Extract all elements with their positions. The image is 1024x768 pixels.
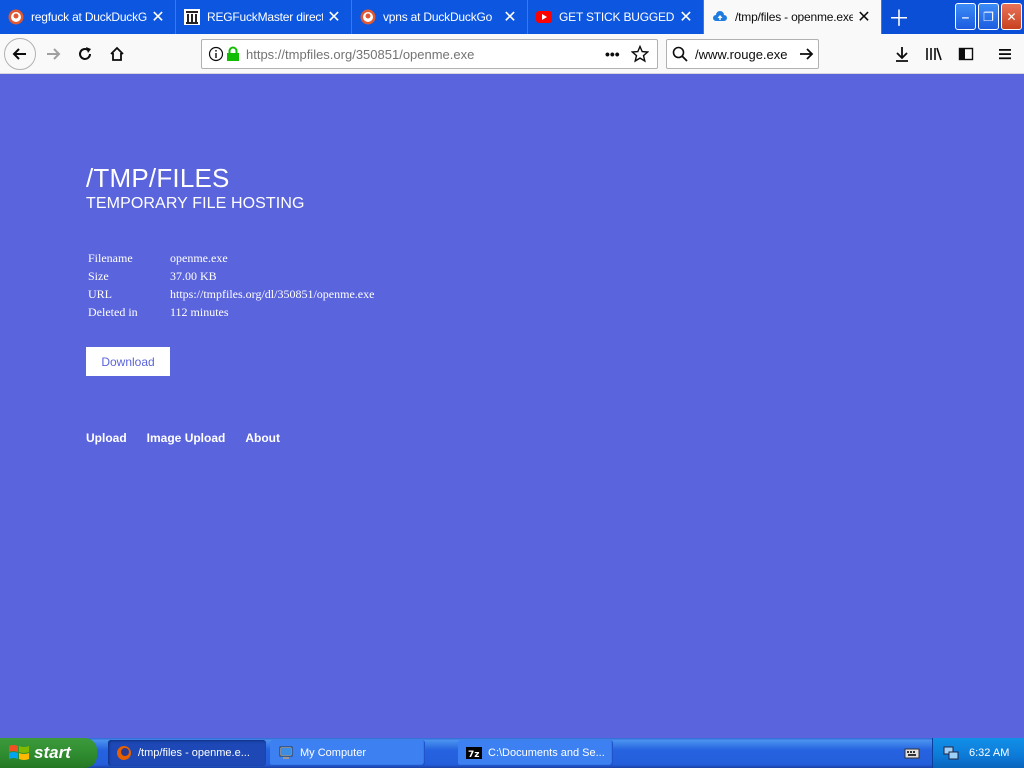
file-info-value: https://tmpfiles.org/dl/350851/openme.ex… [170,286,375,301]
image-upload-link[interactable]: Image Upload [147,431,226,445]
file-info-value: 112 minutes [170,304,229,319]
file-info-row: URL https://tmpfiles.org/dl/350851/openm… [88,285,374,303]
library-books-icon [926,47,942,61]
home-button[interactable] [101,38,133,70]
close-tab-icon[interactable]: ✕ [499,6,521,28]
duckduckgo-icon [360,9,376,25]
taskbar-item-label: C:\Documents and Se... [488,747,605,759]
search-icon [667,46,693,62]
downloads-button[interactable] [886,38,918,70]
upload-link[interactable]: Upload [86,431,127,445]
page-actions-icon[interactable]: ••• [605,46,631,62]
taskbar-item-my-computer[interactable]: My Computer [270,740,425,766]
about-link[interactable]: About [245,431,280,445]
keyboard-icon[interactable] [904,745,920,761]
download-arrow-icon [896,47,908,62]
tab-regfuckmaster-directory[interactable]: REGFuckMaster director ✕ [176,0,352,34]
bookmark-star-icon[interactable] [631,45,657,63]
file-info-label: Size [88,268,109,283]
youtube-icon [536,9,552,25]
tab-vpns-duckduckgo[interactable]: vpns at DuckDuckGo ✕ [352,0,528,34]
page-content: /TMP/FILES TEMPORARY FILE HOSTING Filena… [0,75,1024,738]
taskbar-item-firefox[interactable]: /tmp/files - openme.e... [108,740,266,766]
tab-title: GET STICK BUGGED LO [559,10,675,24]
taskbar-item-label: /tmp/files - openme.e... [138,747,250,759]
file-info-label: URL [88,286,112,301]
file-info-row: Size 37.00 KB [88,267,374,285]
tab-title: /tmp/files - openme.exe [735,10,853,24]
navigation-bar: https://tmpfiles.org/350851/openme.exe •… [0,34,1024,74]
file-info-value: openme.exe [170,250,228,265]
my-computer-icon [279,746,293,759]
url-text[interactable]: https://tmpfiles.org/350851/openme.exe [246,47,605,62]
tab-title: REGFuckMaster director [207,10,323,24]
tab-strip: regfuck at DuckDuckGo ✕ REGFuckMaster di… [0,0,1024,34]
tab-title: regfuck at DuckDuckGo [31,10,147,24]
tab-regfuck-duckduckgo[interactable]: regfuck at DuckDuckGo ✕ [0,0,176,34]
search-bar[interactable]: www.rouge.exe/ [666,39,819,69]
system-tray: 6:32 AM [932,738,1024,768]
close-tab-icon[interactable]: ✕ [853,6,875,28]
windows-flag-icon [9,745,29,760]
svg-text:7z: 7z [468,750,480,760]
site-title[interactable]: /TMP/FILES [86,163,230,194]
close-tab-icon[interactable]: ✕ [147,6,169,28]
cloud-icon [712,9,728,25]
back-arrow-icon [12,48,26,60]
network-icon[interactable] [943,745,959,761]
menu-button[interactable] [989,38,1021,70]
duckduckgo-icon [8,9,24,25]
new-tab-button[interactable]: ＋ [882,0,916,34]
hamburger-menu-icon [999,49,1011,60]
taskbar-item-7zip[interactable]: 7z C:\Documents and Se... [458,740,613,766]
clock[interactable]: 6:32 AM [969,747,1009,759]
home-icon [110,46,124,61]
address-bar[interactable]: https://tmpfiles.org/350851/openme.exe •… [201,39,658,69]
back-button[interactable] [4,38,36,70]
tab-tmpfiles-openme[interactable]: /tmp/files - openme.exe ✕ [704,0,882,34]
tab-get-stick-bugged[interactable]: GET STICK BUGGED LO ✕ [528,0,704,34]
reload-icon [79,47,91,60]
file-info-row: Deleted in 112 minutes [88,303,374,321]
footer-links: Upload Image Upload About [86,431,280,445]
firefox-icon [117,746,131,760]
download-button[interactable]: Download [86,347,170,376]
lock-icon[interactable] [226,46,242,62]
sidebar-icon [958,47,974,61]
search-input[interactable]: www.rouge.exe/ [695,47,794,62]
minimize-button[interactable]: ‒ [955,3,976,30]
restore-button[interactable]: ❐ [978,3,999,30]
forward-button[interactable] [37,38,69,70]
file-info-row: Filename openme.exe [88,249,374,267]
7zip-icon: 7z [466,747,482,760]
file-info-table: Filename openme.exe Size 37.00 KB URL ht… [88,249,374,321]
start-button[interactable]: start [0,738,97,768]
close-window-button[interactable]: ✕ [1001,3,1022,30]
close-tab-icon[interactable]: ✕ [323,6,345,28]
tab-title: vpns at DuckDuckGo [383,10,493,24]
file-info-label: Deleted in [88,304,138,319]
info-icon[interactable] [208,46,226,62]
sidebar-button[interactable] [950,38,982,70]
search-go-icon[interactable] [794,46,818,62]
library-icon [184,9,200,25]
taskbar-item-label: My Computer [300,747,367,759]
library-button[interactable] [918,38,950,70]
start-label: start [34,743,71,762]
file-info-value: 37.00 KB [170,268,217,283]
file-info-label: Filename [88,250,133,265]
reload-button[interactable] [69,38,101,70]
forward-arrow-icon [47,48,61,60]
site-subtitle: TEMPORARY FILE HOSTING [86,195,305,212]
taskbar: start /tmp/files - openme.e... My Comput… [0,738,1024,768]
close-tab-icon[interactable]: ✕ [675,6,697,28]
window-controls: ‒ ❐ ✕ [955,3,1022,30]
